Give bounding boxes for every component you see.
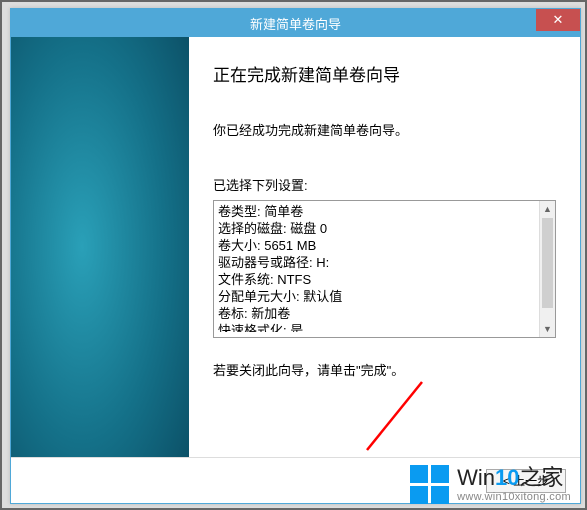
close-button[interactable]: ✕ <box>536 9 580 31</box>
list-item: 卷标: 新加卷 <box>218 305 535 322</box>
watermark-brand-prefix: Win <box>457 465 495 490</box>
window-title: 新建简单卷向导 <box>250 14 341 33</box>
window-body: 正在完成新建简单卷向导 你已经成功完成新建简单卷向导。 已选择下列设置: 卷类型… <box>11 37 580 503</box>
settings-listbox[interactable]: 卷类型: 简单卷 选择的磁盘: 磁盘 0 卷大小: 5651 MB 驱动器号或路… <box>213 200 556 338</box>
close-icon: ✕ <box>553 12 564 28</box>
titlebar: 新建简单卷向导 ✕ <box>11 9 580 37</box>
list-item: 文件系统: NTFS <box>218 271 535 288</box>
windows-logo-icon <box>410 465 449 504</box>
list-item: 卷大小: 5651 MB <box>218 237 535 254</box>
watermark: Win10之家 www.win10xitong.com <box>410 465 571 504</box>
scroll-down-button[interactable]: ▼ <box>540 321 555 337</box>
scroll-thumb[interactable] <box>542 218 553 308</box>
wizard-sidebar-graphic <box>11 37 189 503</box>
settings-label: 已选择下列设置: <box>213 175 556 194</box>
list-item: 卷类型: 简单卷 <box>218 203 535 220</box>
watermark-brand: Win10之家 <box>457 467 571 489</box>
wizard-heading: 正在完成新建简单卷向导 <box>213 61 556 86</box>
wizard-content: 正在完成新建简单卷向导 你已经成功完成新建简单卷向导。 已选择下列设置: 卷类型… <box>189 37 580 503</box>
list-item: 驱动器号或路径: H: <box>218 254 535 271</box>
list-item: 选择的磁盘: 磁盘 0 <box>218 220 535 237</box>
scroll-up-button[interactable]: ▲ <box>540 201 555 217</box>
list-item: 快速格式化: 是 <box>218 322 535 332</box>
list-item: 分配单元大小: 默认值 <box>218 288 535 305</box>
watermark-brand-suffix: 之家 <box>519 465 563 490</box>
settings-list: 卷类型: 简单卷 选择的磁盘: 磁盘 0 卷大小: 5651 MB 驱动器号或路… <box>214 201 539 337</box>
watermark-brand-num: 10 <box>495 465 519 490</box>
close-hint-text: 若要关闭此向导，请单击"完成"。 <box>213 360 556 379</box>
wizard-window: 新建简单卷向导 ✕ 正在完成新建简单卷向导 你已经成功完成新建简单卷向导。 已选… <box>10 8 581 504</box>
watermark-url: www.win10xitong.com <box>457 492 571 503</box>
scrollbar-vertical[interactable]: ▲ ▼ <box>539 201 555 337</box>
wizard-intro-text: 你已经成功完成新建简单卷向导。 <box>213 120 556 139</box>
